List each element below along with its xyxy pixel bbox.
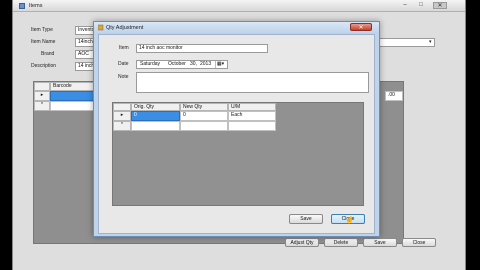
- date-day: Saturday: [140, 61, 161, 67]
- date-daynum: 30,: [190, 61, 197, 67]
- item-type-label: Item Type: [31, 27, 53, 33]
- date-picker[interactable]: Saturday October 30, 2013 ▦▾: [136, 60, 228, 69]
- maximize-icon[interactable]: □: [415, 2, 427, 9]
- new-qty-cell[interactable]: 0: [180, 111, 228, 121]
- chevron-down-icon[interactable]: ▾: [429, 39, 432, 46]
- date-year: 2013: [200, 61, 212, 67]
- um-cell[interactable]: Each: [228, 111, 276, 121]
- orig-qty-column-header[interactable]: Orig. Qty: [131, 103, 180, 111]
- save-button[interactable]: Save: [363, 238, 397, 247]
- dialog-title: Qty Adjustment: [106, 25, 144, 31]
- adj-grid-corner: [113, 103, 131, 111]
- adjust-qty-button[interactable]: Adjust Qty: [285, 238, 319, 247]
- items-title-bar[interactable]: Items – □ ✕: [13, 0, 465, 12]
- item-field[interactable]: 14 inch aoc monitor: [136, 44, 268, 53]
- app-icon: [19, 3, 25, 9]
- row-marker-new[interactable]: *: [34, 101, 50, 111]
- brand-label: Brand: [41, 51, 55, 57]
- item-name-label: Item Name: [31, 39, 56, 45]
- close-button[interactable]: Close: [402, 238, 436, 247]
- adjustment-grid[interactable]: Orig. Qty New Qty U/M ▸ 0 0 Each *: [112, 102, 364, 206]
- um-column-header[interactable]: U/M: [228, 103, 276, 111]
- grid-right-cell[interactable]: .00: [385, 91, 403, 101]
- barcode-column-header[interactable]: Barcode: [50, 82, 96, 91]
- delete-button[interactable]: Delete: [324, 238, 358, 247]
- dialog-client-area: Item 14 inch aoc monitor Date Saturday O…: [98, 34, 375, 234]
- barcode-cell-new[interactable]: [50, 101, 96, 111]
- minimize-icon[interactable]: –: [399, 2, 411, 9]
- items-window-title: Items: [29, 3, 43, 9]
- new-qty-column-header[interactable]: New Qty: [180, 103, 228, 111]
- calendar-icon[interactable]: ▦▾: [215, 61, 225, 68]
- item-name-value: 14inch: [78, 39, 93, 45]
- note-textarea[interactable]: [136, 72, 369, 93]
- orig-qty-cell-new[interactable]: [131, 121, 180, 131]
- orig-qty-cell[interactable]: 0: [131, 111, 180, 121]
- date-month: October: [168, 61, 186, 67]
- barcode-cell-selected[interactable]: [50, 91, 96, 101]
- qty-adjustment-dialog: Qty Adjustment ✕ Item 14 inch aoc monito…: [93, 21, 380, 237]
- dialog-app-icon: [98, 24, 104, 31]
- note-label: Note: [118, 74, 129, 80]
- mouse-cursor-icon: ☝: [345, 217, 354, 224]
- new-qty-cell-new[interactable]: [180, 121, 228, 131]
- adj-row-marker-new[interactable]: *: [113, 121, 131, 131]
- adj-row-marker-current[interactable]: ▸: [113, 111, 131, 121]
- row-marker-current[interactable]: ▸: [34, 91, 50, 101]
- close-icon[interactable]: ✕: [433, 2, 447, 9]
- dialog-title-bar[interactable]: Qty Adjustment ✕: [94, 22, 379, 34]
- description-label: Description: [31, 63, 57, 69]
- grid-corner: [34, 82, 50, 91]
- dialog-save-button[interactable]: Save: [289, 214, 323, 224]
- date-label: Date: [118, 61, 129, 67]
- um-cell-new[interactable]: [228, 121, 276, 131]
- dialog-close-icon[interactable]: ✕: [350, 23, 372, 31]
- item-label: Item: [119, 45, 129, 51]
